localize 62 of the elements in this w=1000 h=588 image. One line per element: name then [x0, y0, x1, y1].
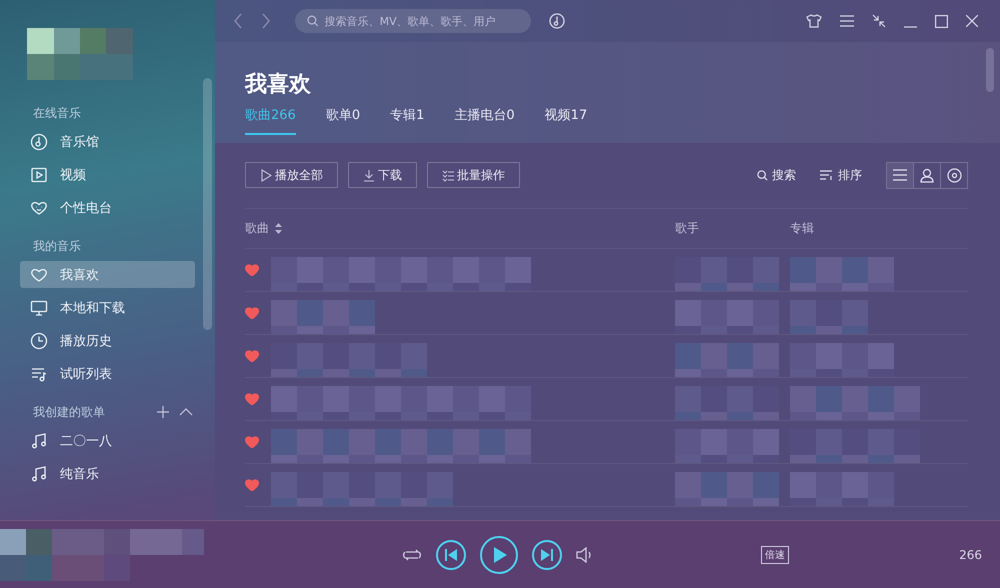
clock-icon [30, 332, 48, 350]
sidebar-item[interactable]: 播放历史 [20, 327, 195, 354]
speed-button[interactable]: 倍速 [761, 546, 790, 564]
search-field[interactable]: 搜索音乐、MV、歌单、歌手、用户 [295, 9, 531, 33]
play-button[interactable] [480, 536, 518, 574]
collapse-icon[interactable] [179, 408, 193, 416]
close-icon[interactable] [966, 15, 978, 27]
search-link[interactable]: 搜索 [757, 166, 796, 184]
sidebar-item[interactable]: 本地和下载 [20, 294, 195, 321]
next-icon [540, 548, 553, 560]
note-icon [30, 432, 48, 450]
checklist-icon [442, 168, 454, 182]
column-header[interactable]: 歌曲 [245, 220, 675, 237]
section-title: 我的音乐 [33, 238, 81, 254]
section-title: 在线音乐 [33, 104, 81, 122]
sort-icon [820, 170, 834, 180]
video-icon [30, 166, 48, 184]
music-hall-icon [30, 132, 48, 150]
play-icon [260, 168, 272, 182]
download-icon [363, 168, 375, 182]
toolbar-button[interactable]: 批量操作 [427, 162, 520, 188]
person-icon [920, 168, 934, 182]
scrollbar[interactable] [986, 48, 994, 92]
tab[interactable]: 歌曲266 [245, 106, 296, 135]
list-view-button[interactable] [887, 162, 913, 188]
music-note-icon[interactable] [549, 13, 565, 29]
section-title: 我创建的歌单 [33, 404, 105, 420]
add-icon[interactable] [157, 406, 169, 418]
mini-mode-icon[interactable] [872, 14, 886, 28]
note-icon [30, 464, 48, 482]
sidebar-item[interactable]: 试听列表 [20, 360, 195, 387]
repeat-icon[interactable] [402, 546, 422, 562]
menu-icon[interactable] [840, 15, 854, 27]
previous-icon [444, 548, 457, 560]
column-header[interactable]: 专辑 [790, 220, 968, 237]
playlist-count[interactable]: 266 [959, 548, 982, 562]
toolbar-button[interactable]: 播放全部 [245, 162, 338, 188]
list-icon [893, 169, 907, 181]
next-button[interactable] [532, 540, 562, 570]
toolbar-button[interactable]: 下载 [348, 162, 417, 188]
scrollbar[interactable] [203, 78, 212, 330]
sidebar-item[interactable]: 个性电台 [20, 194, 195, 221]
sidebar-item[interactable]: 我喜欢 [20, 261, 195, 288]
search-icon [757, 170, 768, 180]
play-icon [493, 546, 508, 562]
column-header[interactable]: 歌手 [675, 220, 790, 237]
sidebar-item[interactable]: 视频 [20, 161, 195, 188]
sort-link[interactable]: 排序 [820, 166, 862, 184]
tab[interactable]: 专辑1 [390, 106, 424, 135]
sidebar-item[interactable]: 二〇一八 [20, 427, 195, 454]
sort-icon[interactable] [275, 223, 282, 234]
monitor-icon [30, 298, 48, 316]
search-icon [307, 15, 319, 27]
maximize-icon[interactable] [935, 14, 948, 28]
tab[interactable]: 视频17 [544, 106, 588, 135]
tab[interactable]: 歌单0 [326, 106, 360, 135]
previous-button[interactable] [436, 540, 466, 570]
page-title: 我喜欢 [245, 71, 312, 99]
disc-icon [946, 168, 962, 182]
tab[interactable]: 主播电台0 [454, 106, 515, 135]
sidebar-item[interactable]: 纯音乐 [20, 460, 195, 487]
sidebar-item[interactable]: 音乐馆 [20, 128, 195, 155]
